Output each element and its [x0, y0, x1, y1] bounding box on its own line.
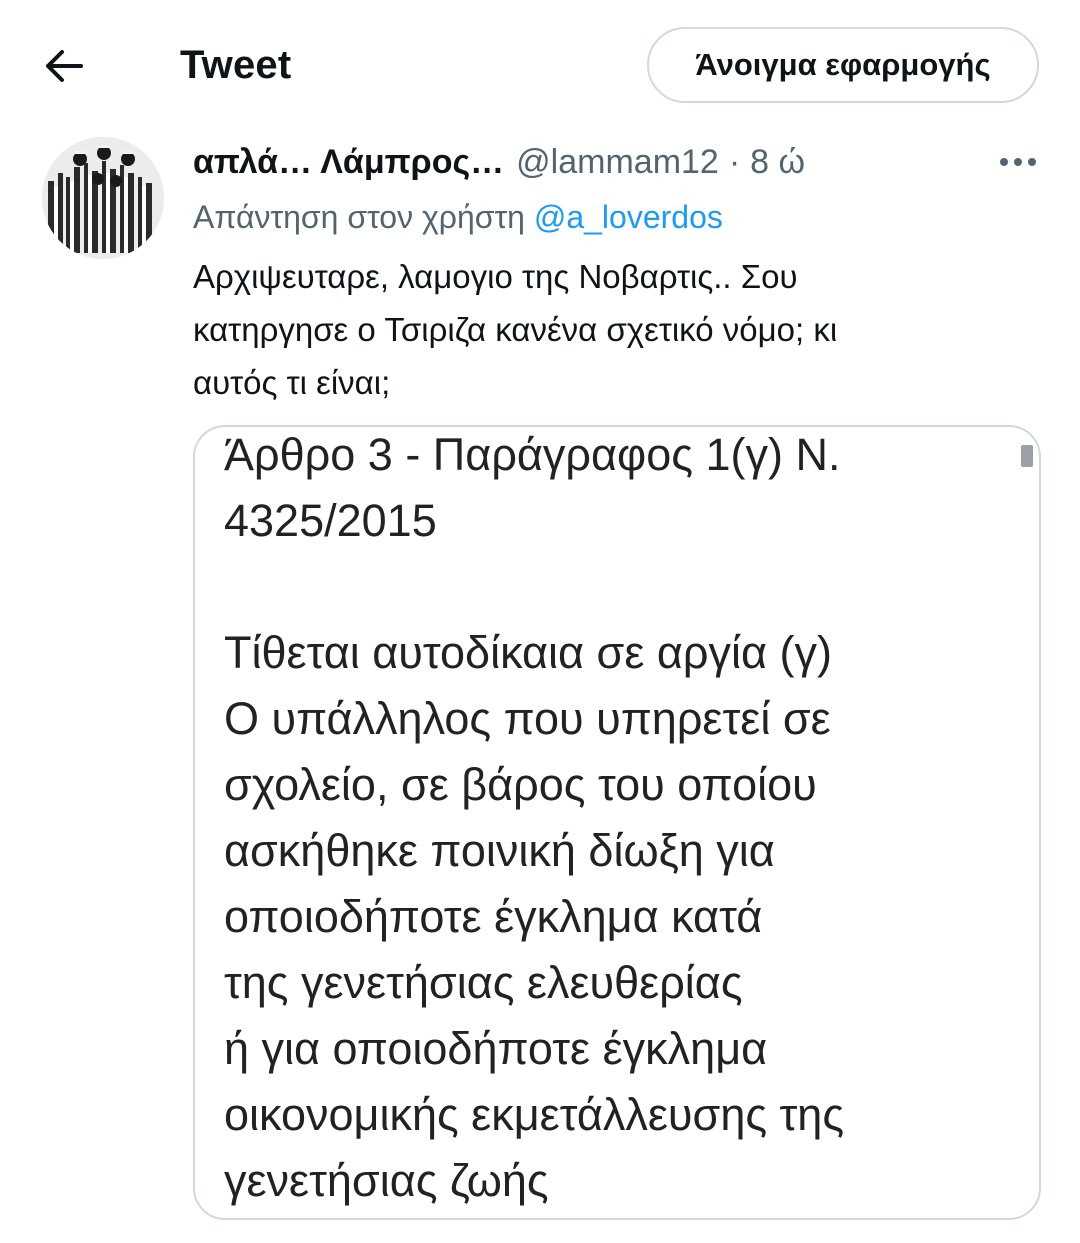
- media-text-line: οικονομικής εκμετάλλευσης της: [224, 1089, 845, 1140]
- media-text-line: γενετήσιας ζωής: [224, 1155, 549, 1206]
- media-text-line: ή για οποιοδήποτε έγκλημα: [224, 1023, 768, 1074]
- media-text-line: Τίθεται αυτοδίκαια σε αργία (γ): [224, 627, 832, 678]
- separator-dot: ·: [728, 143, 741, 181]
- more-horizontal-icon: [1000, 158, 1036, 166]
- page-title: Tweet: [180, 43, 292, 87]
- reply-mention-link[interactable]: @a_loverdos: [534, 199, 723, 235]
- media-text-line: ασκήθηκε ποινική δίωξη για: [224, 825, 775, 876]
- arrow-left-icon: [46, 50, 83, 82]
- avatar[interactable]: [42, 137, 164, 259]
- media-text-line: Ο υπάλληλος που υπηρετεί σε: [224, 693, 831, 744]
- open-app-button[interactable]: Άνοιγμα εφαρμογής: [647, 27, 1039, 103]
- media-text-line: [224, 554, 1024, 620]
- reply-context: Απάντηση στον χρήστη @a_loverdos: [193, 195, 1033, 239]
- more-options-button[interactable]: [990, 140, 1046, 184]
- media-text-line: σχολείο, σε βάρος του οποίου: [224, 759, 817, 810]
- tweet-text: Αρχιψευταρε, λαμογιο της Νοβαρτις.. Σου …: [193, 250, 1013, 409]
- avatar-image: [42, 137, 164, 259]
- tweet-timestamp[interactable]: 8 ώ: [750, 138, 805, 186]
- top-app-bar: Tweet Άνοιγμα εφαρμογής: [0, 0, 1080, 130]
- media-text-line: Άρθρο 3 - Παράγραφος 1(γ) Ν.: [224, 429, 841, 480]
- tweet-text-line: κατηργησε ο Τσιριζα κανένα σχετικό νόμο;…: [193, 311, 838, 348]
- tweet-media-image[interactable]: Άρθρο 3 - Παράγραφος 1(γ) Ν. 4325/2015 Τ…: [193, 425, 1041, 1220]
- tweet-header: απλά… Λάμπρος… @lammam12 · 8 ώ: [193, 138, 993, 186]
- media-text-line: 4325/2015: [224, 495, 437, 546]
- image-scroll-indicator: [1021, 445, 1033, 467]
- tweet-text-line: Αρχιψευταρε, λαμογιο της Νοβαρτις.. Σου: [193, 258, 798, 295]
- back-button[interactable]: [36, 38, 92, 94]
- display-name[interactable]: απλά… Λάμπρος…: [193, 138, 504, 186]
- media-image-text: Άρθρο 3 - Παράγραφος 1(γ) Ν. 4325/2015 Τ…: [224, 427, 1024, 1214]
- media-text-line: οποιοδήποτε έγκλημα κατά: [224, 891, 763, 942]
- user-handle[interactable]: @lammam12: [516, 138, 719, 186]
- media-text-line: της γενετήσιας ελευθερίας: [224, 957, 743, 1008]
- reply-prefix: Απάντηση στον χρήστη: [193, 199, 525, 235]
- tweet-text-line: αυτός τι είναι;: [193, 364, 391, 401]
